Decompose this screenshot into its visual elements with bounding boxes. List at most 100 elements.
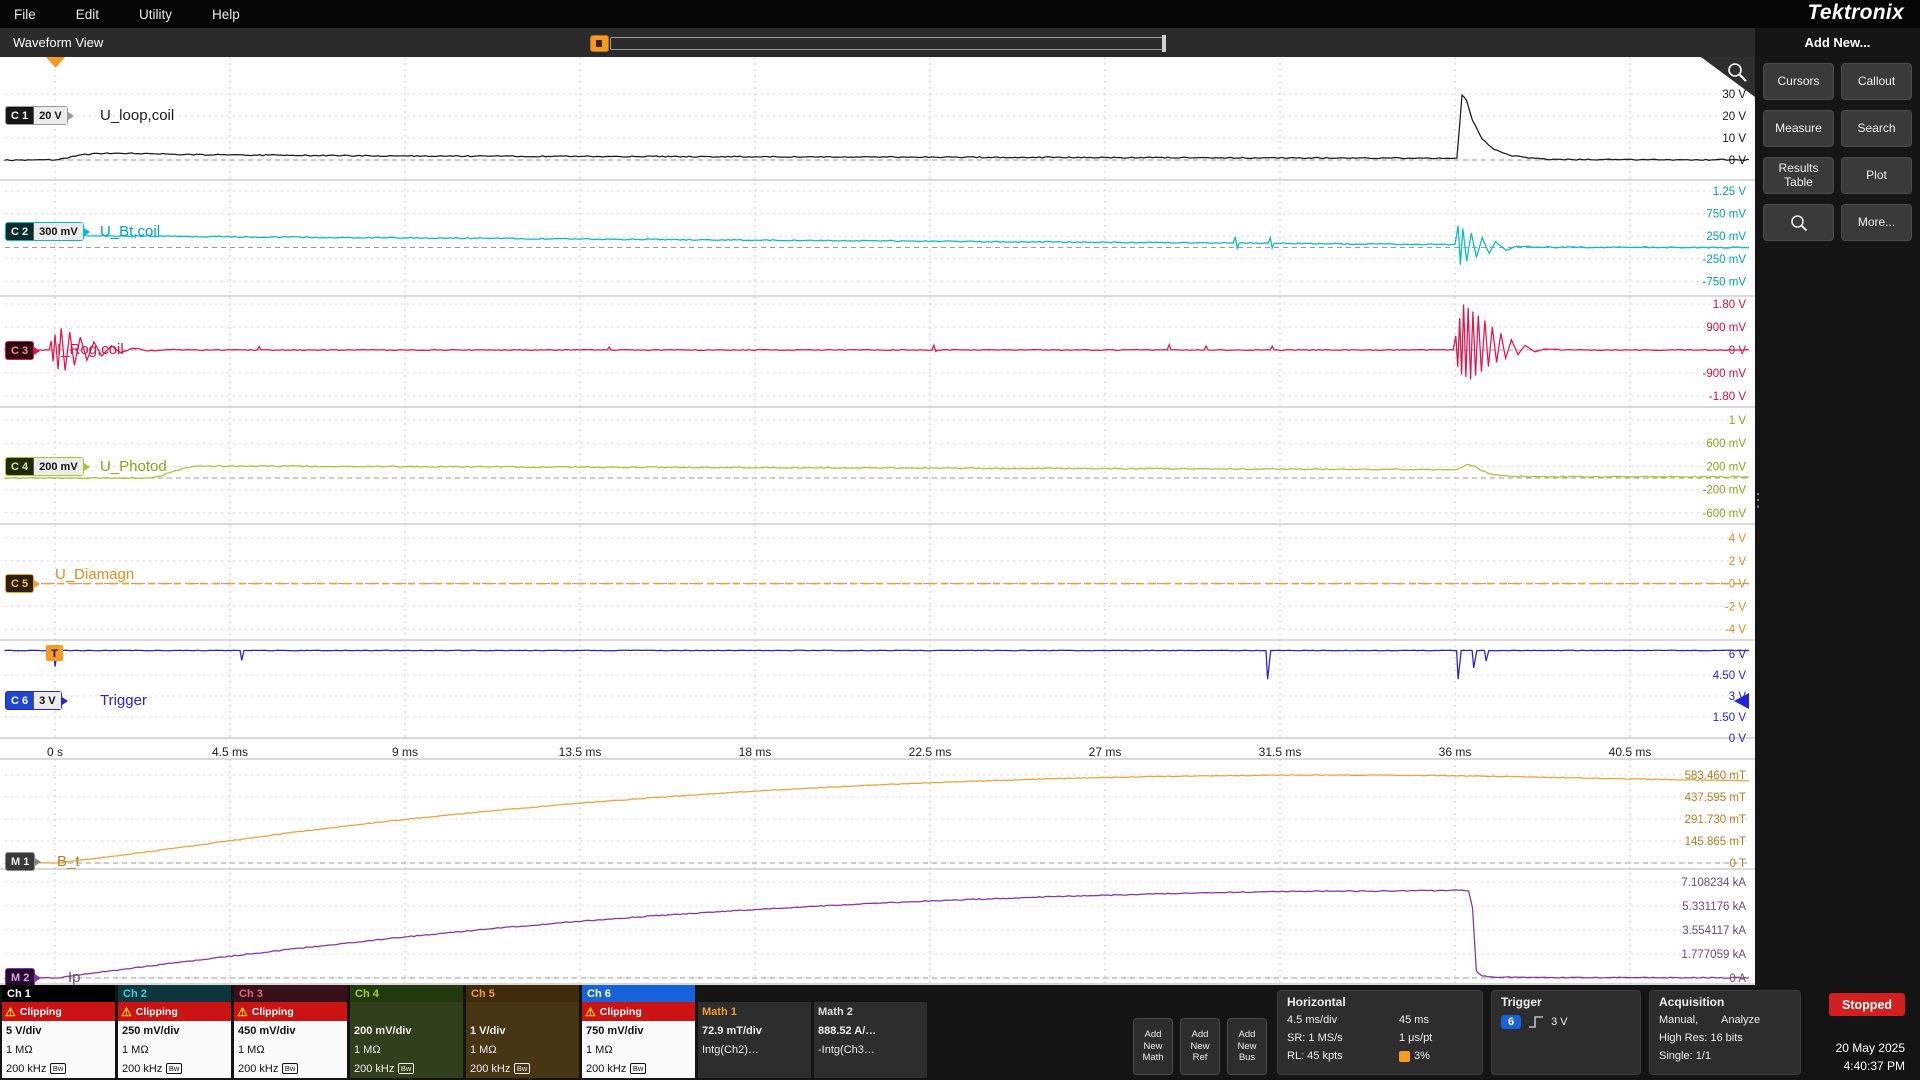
channel-block-6[interactable]: Ch 6⚠Clipping750 mV/div1 MΩ200 kHzBw (582, 985, 695, 1078)
channel-settings-1[interactable]: ⚠Clipping5 V/div1 MΩ200 kHzBw (2, 1002, 115, 1078)
clipping-label: Clipping (20, 1006, 62, 1018)
channel-badge-ch4[interactable]: C 4200 mV (5, 457, 84, 476)
channel-tab-3[interactable]: Ch 3 (234, 985, 347, 1002)
scale-label-ch3: 0 V (1729, 345, 1747, 357)
scale-label-ch3: -900 mV (1703, 368, 1747, 380)
trigger-source-letter: T (51, 648, 58, 660)
menu-help[interactable]: Help (212, 7, 240, 22)
cursors-button[interactable]: Cursors (1763, 63, 1834, 100)
channel-settings-6[interactable]: ⚠Clipping750 mV/div1 MΩ200 kHzBw (582, 1002, 695, 1078)
math-settings-2[interactable]: Math 2888.52 A/…-Intg(Ch3… (814, 1002, 927, 1078)
channel-tab-4[interactable]: Ch 4 (350, 985, 463, 1002)
date-label: 20 May 2025 (1836, 1039, 1905, 1057)
menu-file[interactable]: File (14, 7, 36, 22)
channel-name-m2[interactable]: Ip (68, 969, 81, 985)
callout-button[interactable]: Callout (1841, 63, 1912, 100)
channel-badge-ch6[interactable]: C 63 V (5, 691, 62, 710)
channel-name-ch6[interactable]: Trigger (100, 692, 147, 709)
scale-label-ch5: 2 V (1729, 556, 1747, 568)
trigger-source-badge[interactable]: 6 (1501, 1015, 1521, 1029)
clipping-warning: ⚠Clipping (118, 1002, 231, 1021)
channel-tab-2[interactable]: Ch 2 (118, 985, 231, 1002)
channel-badge-tip (35, 974, 41, 982)
channel-name-ch3[interactable]: I_Rog,coil (57, 341, 124, 358)
scale-label-m2: 0 A (1729, 973, 1746, 985)
waveform-plot[interactable]: 0 s4.5 ms9 ms13.5 ms18 ms22.5 ms27 ms31.… (0, 57, 1755, 985)
channel-badge-ch3[interactable]: C 3 (5, 341, 34, 360)
scale-label-ch5: -4 V (1725, 624, 1746, 636)
channel-settings-3[interactable]: ⚠Clipping450 mV/div1 MΩ200 kHzBw (234, 1002, 347, 1078)
volts-per-div: 5 V/div (2, 1021, 115, 1040)
math-block-2[interactable]: Math 2888.52 A/…-Intg(Ch3… (814, 985, 927, 1078)
channel-tab-5[interactable]: Ch 5 (466, 985, 579, 1002)
scale-label-m1: 0 T (1730, 858, 1746, 870)
scale-label-m2: 7.108234 kA (1681, 877, 1746, 889)
bandwidth-limit: 200 kHzBw (466, 1059, 579, 1078)
channel-badge-tip (68, 112, 74, 120)
acquisition-panel[interactable]: Acquisition Manual, Analyze High Res: 16… (1649, 990, 1801, 1075)
channel-scale-badge: 200 mV (33, 458, 83, 475)
channel-block-4[interactable]: Ch 4200 mV/div1 MΩ200 kHzBw (350, 985, 463, 1078)
channel-badge-ch5[interactable]: C 5 (5, 574, 34, 593)
channel-badge-tip (35, 858, 41, 866)
channel-badge-ch2[interactable]: C 2300 mV (5, 222, 84, 241)
zoom-tool-button[interactable] (1763, 204, 1834, 241)
input-impedance: 1 MΩ (350, 1040, 463, 1059)
channel-badge-label: C 4 (6, 458, 33, 475)
time-axis-label: 0 s (47, 745, 63, 759)
waveform-canvas[interactable]: 0 s4.5 ms9 ms13.5 ms18 ms22.5 ms27 ms31.… (0, 57, 1755, 985)
results-table-button[interactable]: Results Table (1763, 157, 1834, 194)
input-impedance: 1 MΩ (466, 1040, 579, 1059)
horizontal-panel[interactable]: Horizontal 4.5 ms/div 45 ms SR: 1 MS/s 1… (1277, 990, 1483, 1075)
add-new-math-button[interactable]: Add New Math (1133, 1018, 1173, 1075)
search-button[interactable]: Search (1841, 110, 1912, 147)
overview-end-bracket (1162, 35, 1166, 52)
channel-scale-badge: 20 V (33, 107, 67, 124)
menu-utility[interactable]: Utility (139, 7, 172, 22)
channel-blocks: Ch 1⚠Clipping5 V/div1 MΩ200 kHzBwCh 2⚠Cl… (2, 985, 927, 1078)
acquisition-mode: Manual, (1659, 1014, 1721, 1026)
math-settings-1[interactable]: Math 172.9 mT/divIntg(Ch2)… (698, 1002, 811, 1078)
record-overview-bar[interactable] (610, 37, 1166, 50)
channel-badge-m1[interactable]: M 1 (5, 852, 35, 871)
more-button[interactable]: More... (1841, 204, 1912, 241)
channel-settings-5[interactable]: 1 V/div1 MΩ200 kHzBw (466, 1002, 579, 1078)
scale-label-m1: 291.730 mT (1685, 814, 1746, 826)
channel-badge-ch1[interactable]: C 120 V (5, 106, 68, 125)
channel-badge-label: C 1 (6, 107, 33, 124)
scale-label-m1: 583.460 mT (1685, 770, 1746, 782)
channel-block-2[interactable]: Ch 2⚠Clipping250 mV/div1 MΩ200 kHzBw (118, 985, 231, 1078)
channel-name-ch2[interactable]: U_Bt,coil (100, 223, 160, 240)
add-new-header: Add New... (1755, 28, 1920, 50)
add-new-ref-button[interactable]: Add New Ref (1180, 1018, 1220, 1075)
channel-settings-4[interactable]: 200 mV/div1 MΩ200 kHzBw (350, 1002, 463, 1078)
scale-label-ch4: 1 V (1729, 415, 1747, 427)
time-axis-label: 4.5 ms (212, 745, 248, 759)
clipping-label: Clipping (252, 1006, 294, 1018)
channel-name-ch5[interactable]: U_Diamagn (55, 566, 134, 583)
trigger-panel[interactable]: Trigger 6 3 V (1491, 990, 1641, 1075)
channel-scale-badge: 300 mV (33, 223, 83, 240)
time-axis-label: 18 ms (739, 745, 772, 759)
channel-name-ch4[interactable]: U_Photod (100, 458, 167, 475)
channel-block-3[interactable]: Ch 3⚠Clipping450 mV/div1 MΩ200 kHzBw (234, 985, 347, 1078)
scale-label-ch2: 250 mV (1706, 231, 1746, 243)
channel-tab-6[interactable]: Ch 6 (582, 985, 695, 1002)
channel-name-ch1[interactable]: U_loop,coil (100, 107, 174, 124)
channel-block-5[interactable]: Ch 51 V/div1 MΩ200 kHzBw (466, 985, 579, 1078)
channel-badge-tip (34, 347, 40, 355)
expansion-point-icon[interactable] (590, 35, 609, 52)
add-new-bus-button[interactable]: Add New Bus (1227, 1018, 1267, 1075)
time-label: 4:40:37 PM (1836, 1057, 1905, 1075)
channel-block-1[interactable]: Ch 1⚠Clipping5 V/div1 MΩ200 kHzBw (2, 985, 115, 1078)
bandwidth-icon: Bw (50, 1063, 65, 1074)
menu-edit[interactable]: Edit (76, 7, 99, 22)
panel-drag-handle[interactable]: ⋮ (1749, 495, 1767, 505)
channel-name-m1[interactable]: B_t (57, 853, 80, 870)
plot-button[interactable]: Plot (1841, 157, 1912, 194)
channel-settings-2[interactable]: ⚠Clipping250 mV/div1 MΩ200 kHzBw (118, 1002, 231, 1078)
trigger-title: Trigger (1501, 995, 1631, 1009)
math-block-1[interactable]: Math 172.9 mT/divIntg(Ch2)… (698, 985, 811, 1078)
channel-tab-1[interactable]: Ch 1 (2, 985, 115, 1002)
measure-button[interactable]: Measure (1763, 110, 1834, 147)
